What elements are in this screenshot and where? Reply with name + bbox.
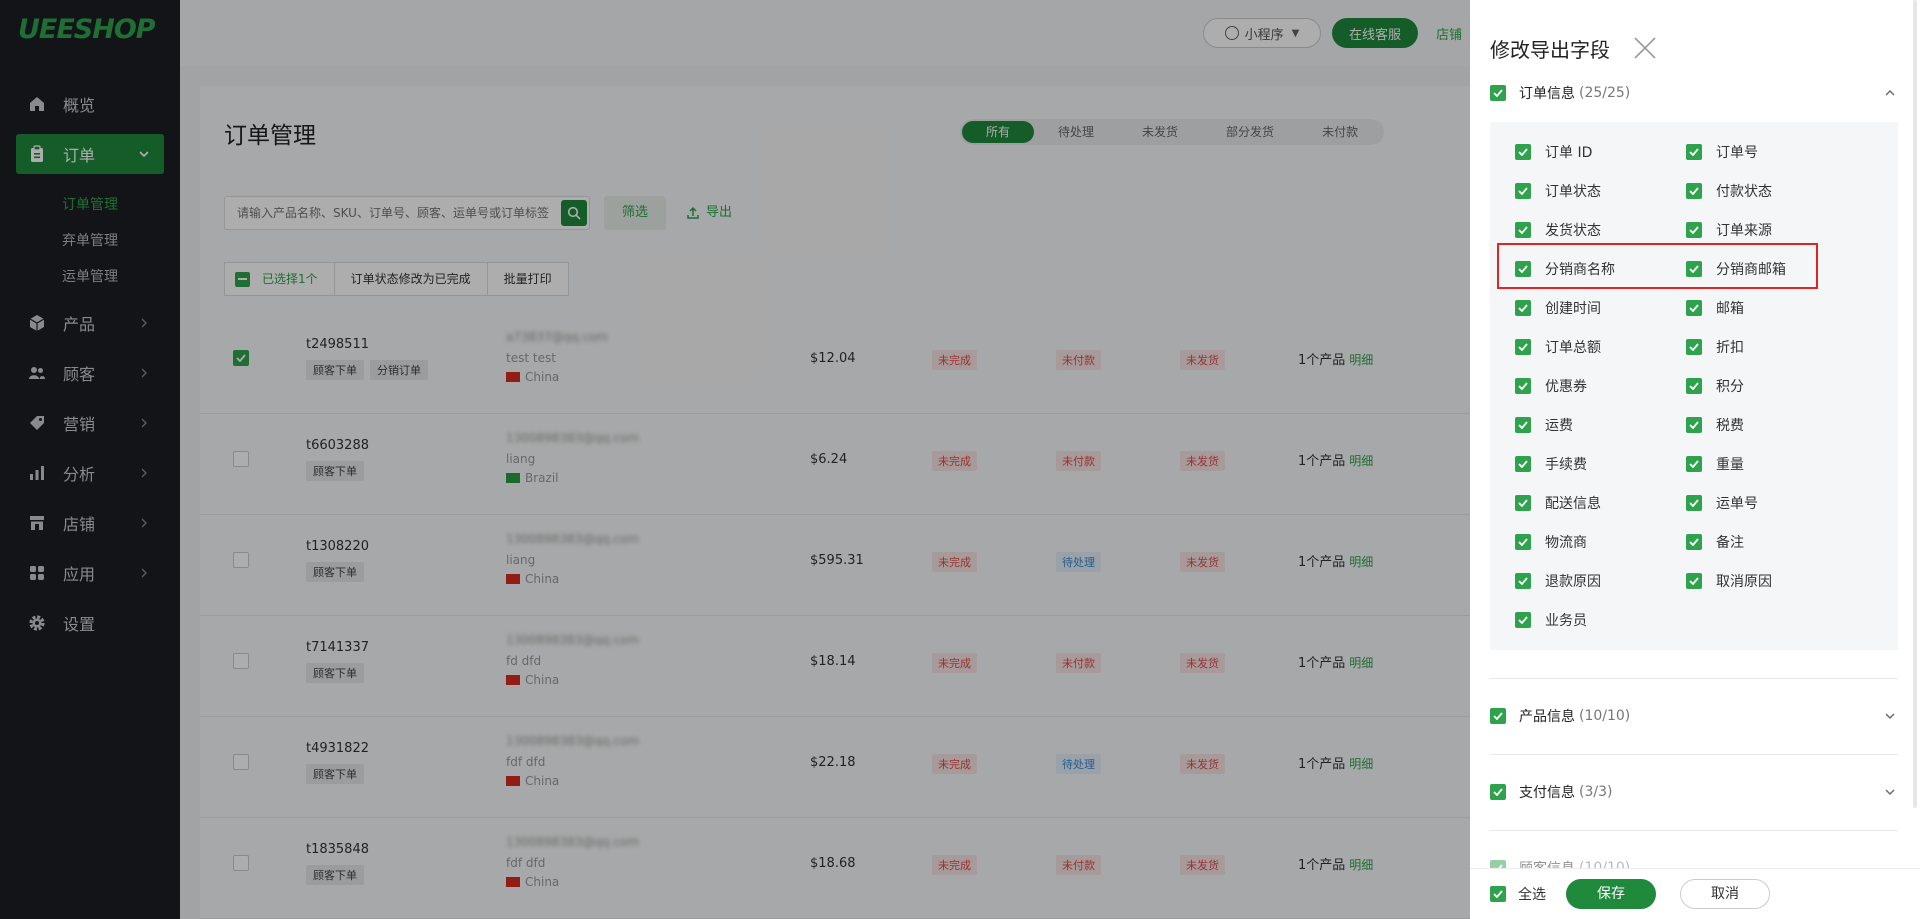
check-icon[interactable] [1490,784,1506,800]
check-icon [1515,534,1531,550]
check-icon[interactable] [1490,708,1506,724]
check-icon [1686,300,1702,316]
export-field-checkbox[interactable]: 运单号 [1686,493,1758,513]
check-icon[interactable] [1490,85,1506,101]
export-field-checkbox[interactable]: 配送信息 [1515,493,1601,513]
export-field-checkbox[interactable]: 订单 ID [1515,142,1592,162]
export-field-checkbox[interactable]: 手续费 [1515,454,1587,474]
export-field-checkbox[interactable]: 订单号 [1686,142,1758,162]
check-icon [1515,222,1531,238]
export-field-checkbox[interactable]: 退款原因 [1515,571,1601,591]
check-icon [1515,339,1531,355]
check-icon [1515,417,1531,433]
check-icon [1515,456,1531,472]
check-icon [1686,222,1702,238]
export-field-checkbox[interactable]: 订单总额 [1515,337,1601,357]
check-icon [1686,144,1702,160]
drawer-title: 修改导出字段 [1490,38,1610,62]
cancel-button[interactable]: 取消 [1680,879,1770,909]
export-field-checkbox[interactable]: 物流商 [1515,532,1587,552]
check-icon [1515,300,1531,316]
highlight-box [1497,243,1818,289]
select-all-checkbox[interactable]: 全选 [1490,884,1546,904]
drawer-scrollbar[interactable] [1913,0,1917,808]
check-icon [1686,456,1702,472]
chevron-down-icon[interactable] [1882,784,1898,800]
check-icon [1686,573,1702,589]
chevron-down-icon[interactable] [1882,708,1898,724]
check-icon [1515,378,1531,394]
check-icon [1686,378,1702,394]
section-product-info[interactable]: 产品信息 (10/10) [1490,705,1898,727]
modal-backdrop[interactable] [0,0,1470,919]
divider [1490,830,1898,831]
export-field-checkbox[interactable]: 付款状态 [1686,181,1772,201]
export-field-checkbox[interactable]: 重量 [1686,454,1744,474]
section-payment-info[interactable]: 支付信息 (3/3) [1490,781,1898,803]
save-button[interactable]: 保存 [1566,879,1656,909]
export-field-checkbox[interactable]: 订单状态 [1515,181,1601,201]
check-icon [1490,886,1506,902]
divider [1490,678,1898,679]
check-icon [1515,573,1531,589]
export-fields-drawer: 修改导出字段 订单信息 (25/25) 订单 ID 订单号 订单状态 付款状态 发货状态订… [1470,0,1920,919]
check-icon [1686,339,1702,355]
check-icon [1686,495,1702,511]
check-icon [1686,534,1702,550]
close-icon[interactable] [1633,36,1657,60]
export-field-checkbox[interactable]: 优惠券 [1515,376,1587,396]
export-field-checkbox[interactable]: 备注 [1686,532,1744,552]
export-field-checkbox[interactable]: 取消原因 [1686,571,1772,591]
divider [1490,754,1898,755]
chevron-up-icon[interactable] [1882,85,1898,101]
export-field-checkbox[interactable]: 邮箱 [1686,298,1744,318]
check-icon [1686,417,1702,433]
export-field-checkbox[interactable]: 业务员 [1515,610,1587,630]
check-icon [1515,144,1531,160]
check-icon [1515,183,1531,199]
export-field-checkbox[interactable]: 创建时间 [1515,298,1601,318]
check-icon [1686,183,1702,199]
export-field-checkbox[interactable]: 税费 [1686,415,1744,435]
export-field-checkbox[interactable]: 发货状态 [1515,220,1601,240]
export-field-checkbox[interactable]: 订单来源 [1686,220,1772,240]
export-field-checkbox[interactable]: 折扣 [1686,337,1744,357]
section-order-info[interactable]: 订单信息 (25/25) [1490,82,1898,104]
check-icon [1515,612,1531,628]
export-field-checkbox[interactable]: 积分 [1686,376,1744,396]
export-field-checkbox[interactable]: 运费 [1515,415,1573,435]
check-icon [1515,495,1531,511]
